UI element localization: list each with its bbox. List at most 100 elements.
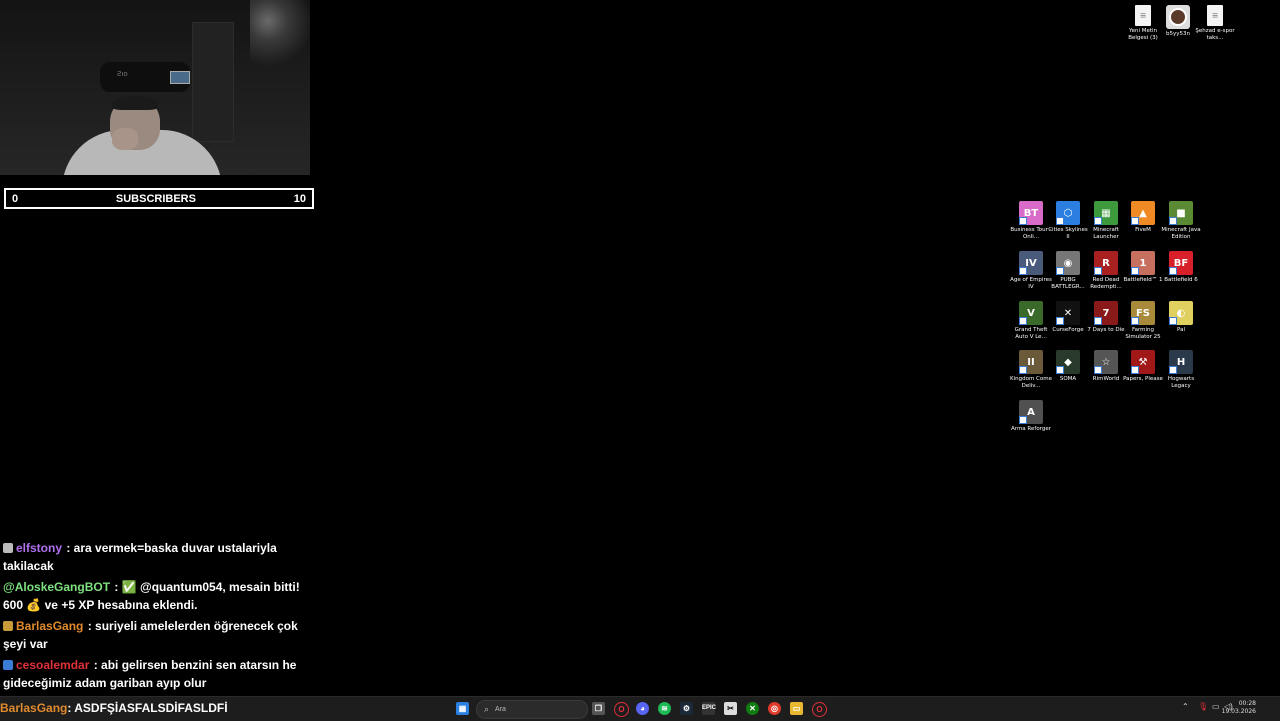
- taskbar-clock[interactable]: 00:28 19.03.2026: [1222, 700, 1256, 716]
- shortcut-arrow-icon: [1094, 317, 1102, 325]
- text-file-icon: ≡: [1135, 5, 1151, 26]
- xbox-icon[interactable]: ✕: [746, 702, 759, 715]
- clock-time: 00:28: [1238, 700, 1256, 707]
- discord-icon[interactable]: ◕: [636, 702, 649, 715]
- shortcut-arrow-icon: [1169, 317, 1177, 325]
- chat-username: cesoalemdar: [16, 658, 90, 672]
- chat-overlay: elfstony : ara vermek=baska duvar ustala…: [3, 539, 321, 716]
- subscriber-goal: 10: [293, 192, 306, 205]
- chat-username: BarlasGang: [16, 619, 84, 633]
- chat-username: BarlasGang: [0, 701, 68, 715]
- farming-simulator-icon: FS: [1131, 301, 1155, 325]
- chat-message: @AloskeGangBOT : ✅ @quantum054, mesain b…: [3, 578, 321, 614]
- shortcut-arrow-icon: [1019, 267, 1027, 275]
- opera-gx-icon[interactable]: O: [812, 702, 827, 717]
- shortcut-arrow-icon: [1169, 217, 1177, 225]
- chat-username: elfstony: [16, 541, 63, 555]
- shortcut-arrow-icon: [1019, 217, 1027, 225]
- battlefield-6-icon: BF: [1169, 251, 1193, 275]
- file-explorer-icon[interactable]: ▭: [790, 702, 803, 715]
- cities-skylines-icon: ⬡: [1056, 201, 1080, 225]
- shortcut-arrow-icon: [1094, 267, 1102, 275]
- 7-days-to-die-icon: 7: [1094, 301, 1118, 325]
- tray-chevron-up-icon[interactable]: ⌃: [1182, 702, 1189, 711]
- webcam-lamp: [250, 0, 310, 70]
- capcut-icon[interactable]: ✂: [724, 702, 737, 715]
- desktop-icon-label: Şehzad e-spor taks...: [1195, 28, 1235, 41]
- shortcut-arrow-icon: [1131, 366, 1139, 374]
- taskbar-search[interactable]: ⌕ Ara: [476, 700, 588, 719]
- curseforge-icon: ✕: [1056, 301, 1080, 325]
- shortcut-arrow-icon: [1131, 267, 1139, 275]
- chat-message: cesoalemdar : abi gelirsen benzini sen a…: [3, 656, 321, 692]
- minecraft-java-icon: ■: [1169, 201, 1193, 225]
- search-placeholder: Ara: [495, 706, 506, 713]
- shortcut-arrow-icon: [1094, 217, 1102, 225]
- desktop-shortcut[interactable]: A Arma Reforger: [1009, 400, 1053, 433]
- desktop-icon[interactable]: b5yy53n: [1157, 5, 1199, 38]
- desktop-shortcut[interactable]: BF Battlefield 6: [1159, 251, 1203, 284]
- avatar-image-icon: [1166, 5, 1190, 29]
- desktop-shortcut-label: Arma Reforger: [1011, 426, 1051, 432]
- task-view-icon[interactable]: ❐: [592, 702, 605, 715]
- shortcut-arrow-icon: [1019, 317, 1027, 325]
- chat-username: @AloskeGangBOT: [3, 580, 111, 594]
- search-icon: ⌕: [484, 704, 490, 714]
- opera-icon[interactable]: O: [614, 702, 629, 717]
- shortcut-arrow-icon: [1019, 366, 1027, 374]
- palworld-icon: ◐: [1169, 301, 1193, 325]
- papers-please-icon: ⚒: [1131, 350, 1155, 374]
- spotify-icon[interactable]: ≋: [658, 702, 671, 715]
- shortcut-arrow-icon: [1169, 366, 1177, 374]
- desktop-shortcut-label: Hogwarts Legacy: [1167, 376, 1195, 389]
- soma-icon: ◆: [1056, 350, 1080, 374]
- webcam-person-hand: [112, 128, 138, 150]
- network-icon[interactable]: ▭: [1212, 702, 1220, 711]
- shortcut-arrow-icon: [1056, 317, 1064, 325]
- desktop-shortcut[interactable]: H Hogwarts Legacy: [1159, 350, 1203, 390]
- rimworld-icon: ☆: [1094, 350, 1118, 374]
- hogwarts-legacy-icon: H: [1169, 350, 1193, 374]
- chat-message: BarlasGang : suriyeli amelelerden öğrene…: [3, 617, 321, 653]
- gta-v-icon: V: [1019, 301, 1043, 325]
- shortcut-arrow-icon: [1131, 317, 1139, 325]
- desktop-shortcut[interactable]: ◐ Pal: [1159, 301, 1203, 334]
- text-file-icon: ≡: [1207, 5, 1223, 26]
- shortcut-arrow-icon: [1131, 217, 1139, 225]
- epic-games-icon[interactable]: EPIC: [702, 702, 716, 715]
- desktop-icon-label: b5yy53n: [1166, 31, 1190, 37]
- kingdom-come-icon: II: [1019, 350, 1043, 374]
- start-windows-icon[interactable]: ▦: [456, 702, 469, 715]
- subscriber-current: 0: [12, 192, 19, 205]
- age-of-empires-icon: IV: [1019, 251, 1043, 275]
- shortcut-arrow-icon: [1019, 416, 1027, 424]
- chat-message: elfstony : ara vermek=baska duvar ustala…: [3, 539, 321, 575]
- shortcut-arrow-icon: [1094, 366, 1102, 374]
- microphone-icon[interactable]: 🎙: [1198, 702, 1208, 711]
- webcam-monitor: [170, 71, 190, 84]
- chat-badge-icon: [3, 543, 13, 553]
- chat-badge-icon: [3, 660, 13, 670]
- shortcut-arrow-icon: [1056, 366, 1064, 374]
- chat-badge-icon: [3, 621, 13, 631]
- webcam-feed: Ƨıo: [0, 0, 310, 175]
- shortcut-arrow-icon: [1056, 267, 1064, 275]
- subscriber-goal-bar: 0 SUBSCRIBERS 10: [4, 188, 314, 209]
- desktop-shortcut-label: Minecraft Java Edition: [1161, 227, 1201, 240]
- webcam-chair-text: Ƨıo: [117, 70, 128, 78]
- desktop-icon[interactable]: ≡ Şehzad e-spor taks...: [1194, 5, 1236, 42]
- taskbar: BarlasGang: ASDFŞİASFALSDİFASLDFİ ▦ ⌕ Ar…: [0, 696, 1280, 721]
- pubg-icon: ◉: [1056, 251, 1080, 275]
- shortcut-arrow-icon: [1169, 267, 1177, 275]
- webcam-person-hair: [112, 96, 158, 110]
- fivem-icon: ▲: [1131, 201, 1155, 225]
- webcam-door: [192, 22, 234, 142]
- minecraft-launcher-icon: ▦: [1094, 201, 1118, 225]
- red-dead-icon: R: [1094, 251, 1118, 275]
- chat-text: : ASDFŞİASFALSDİFASLDFİ: [67, 701, 228, 715]
- steam-icon[interactable]: ⚙: [680, 702, 693, 715]
- chrome-icon[interactable]: ◎: [768, 702, 781, 715]
- desktop-shortcut[interactable]: ■ Minecraft Java Edition: [1159, 201, 1203, 241]
- desktop-shortcut-label: Battlefield 6: [1164, 277, 1198, 283]
- taskbar-chat-line: BarlasGang: ASDFŞİASFALSDİFASLDFİ: [0, 701, 228, 715]
